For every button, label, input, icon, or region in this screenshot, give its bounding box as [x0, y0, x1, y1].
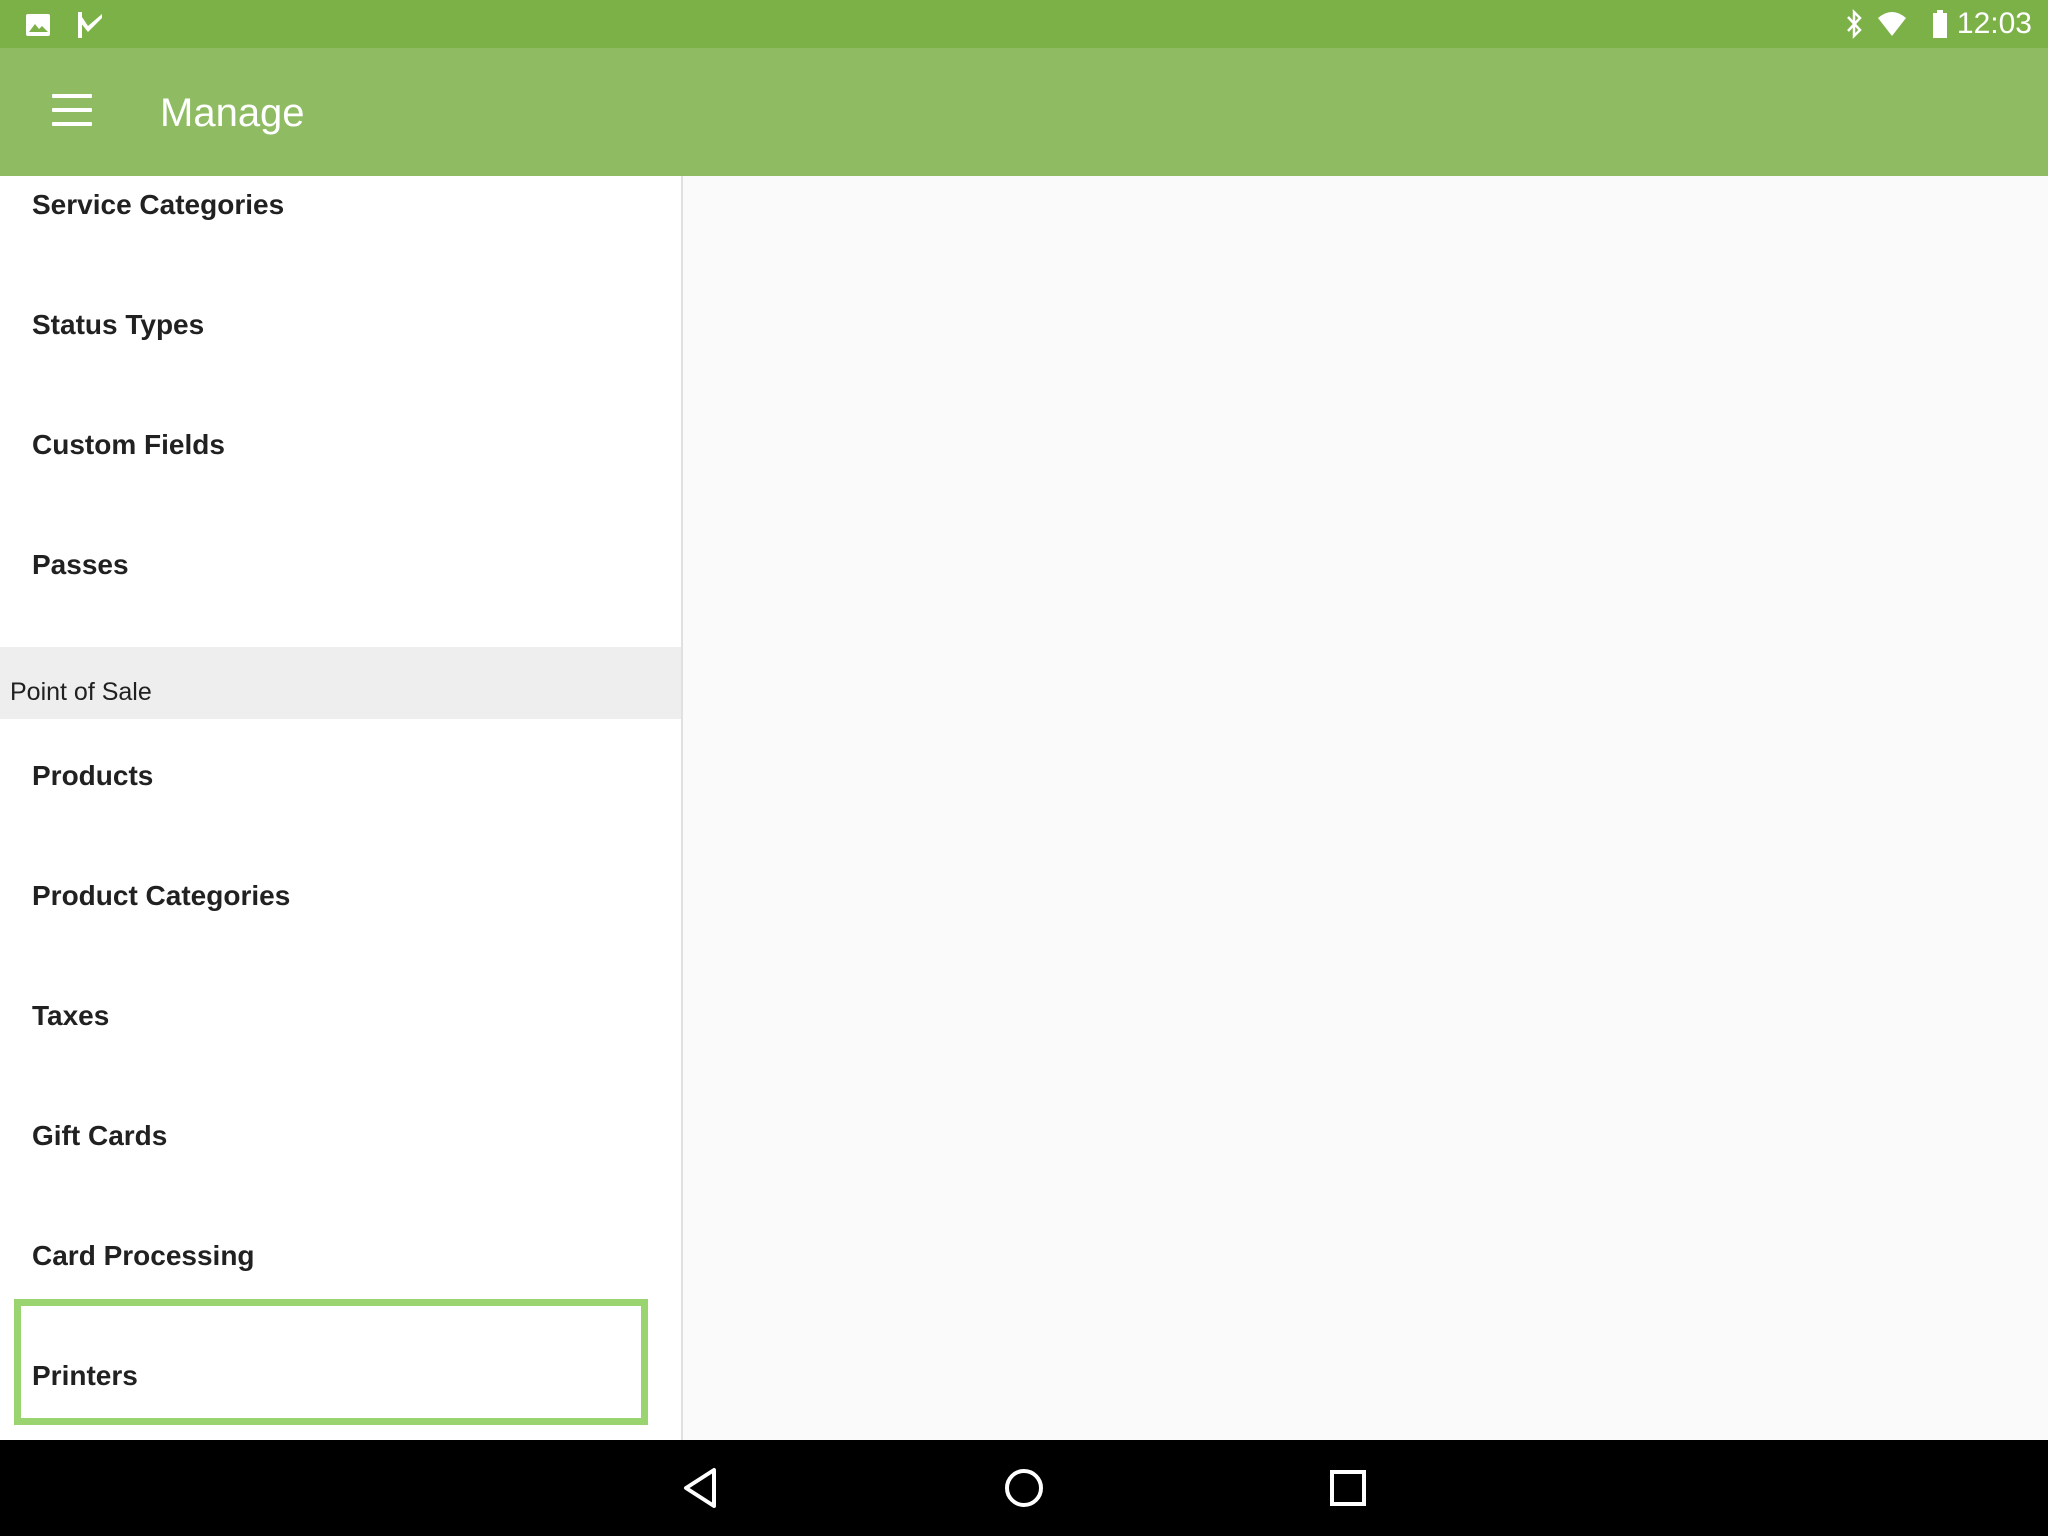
page-title: Manage — [160, 91, 305, 135]
list-item-passes[interactable]: Passes — [0, 509, 681, 629]
status-bar: 12:03 — [0, 0, 2048, 48]
list-item-label: Printers — [32, 1360, 138, 1391]
list-item-service-categories[interactable]: Service Categories — [0, 176, 681, 269]
section-header-point-of-sale: Point of Sale — [0, 647, 681, 719]
list-item-label: Custom Fields — [32, 429, 225, 460]
check-flag-icon — [78, 12, 102, 38]
list-item-label: Product Categories — [32, 880, 291, 911]
app-bar: Manage — [0, 48, 2048, 176]
list-item-custom-fields[interactable]: Custom Fields — [0, 389, 681, 509]
home-icon[interactable] — [994, 1458, 1054, 1518]
list-item-gift-cards[interactable]: Gift Cards — [0, 1088, 681, 1208]
back-icon[interactable] — [670, 1458, 730, 1518]
navigation-bar — [0, 1440, 2048, 1536]
list-item-status-types[interactable]: Status Types — [0, 269, 681, 389]
menu-icon[interactable] — [52, 94, 92, 128]
section-header-label: Point of Sale — [10, 678, 152, 706]
list-item-label: Products — [32, 760, 154, 791]
wifi-icon — [1878, 12, 1906, 36]
bluetooth-icon — [1847, 8, 1862, 40]
recents-icon[interactable] — [1318, 1458, 1378, 1518]
list-item-label: Service Categories — [32, 189, 285, 220]
list-item-label: Gift Cards — [32, 1120, 168, 1151]
list-item-printers[interactable]: Printers — [0, 1328, 681, 1440]
status-time: 12:03 — [1956, 7, 2032, 40]
list-item-product-categories[interactable]: Product Categories — [0, 848, 681, 968]
battery-icon — [1933, 10, 1947, 38]
image-icon — [26, 14, 50, 36]
list-item-products[interactable]: Products — [0, 728, 681, 848]
list-item-label: Taxes — [32, 1000, 110, 1031]
detail-pane — [683, 176, 2048, 1440]
list-item-label: Passes — [32, 549, 129, 580]
list-item-label: Status Types — [32, 309, 205, 340]
manage-list[interactable]: Service Categories Status Types Custom F… — [0, 176, 683, 1440]
list-item-label: Card Processing — [32, 1240, 255, 1271]
list-item-taxes[interactable]: Taxes — [0, 968, 681, 1088]
